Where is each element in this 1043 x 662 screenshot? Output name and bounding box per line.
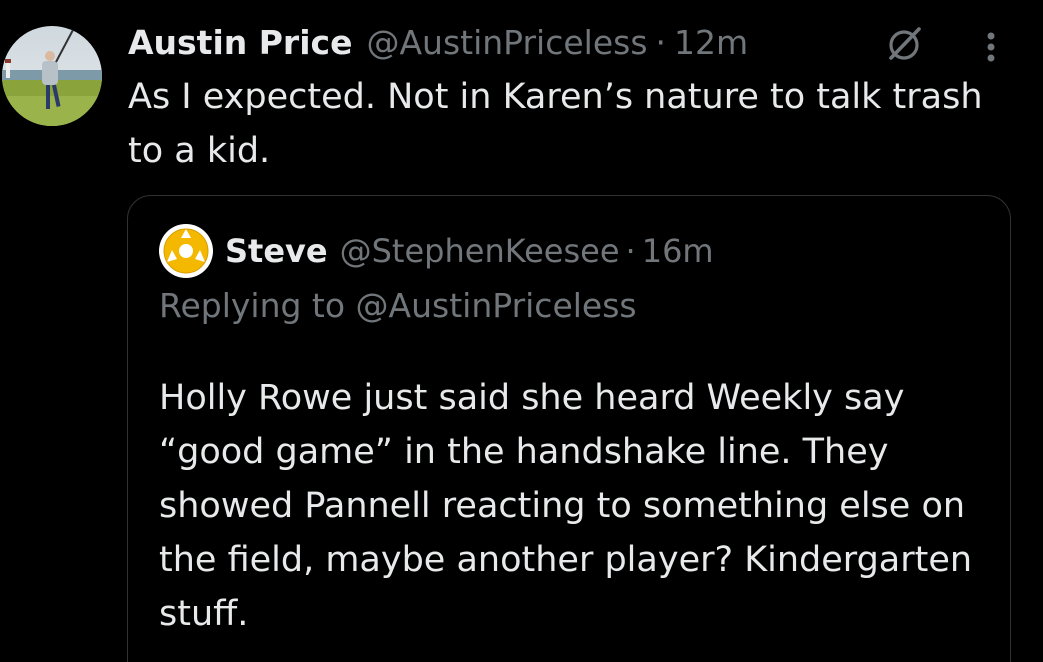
more-options-icon[interactable] xyxy=(976,26,1006,66)
quoted-tweet-timestamp[interactable]: 16m xyxy=(642,232,714,270)
author-handle[interactable]: @AustinPriceless xyxy=(366,23,647,62)
quoted-header-separator: · xyxy=(625,232,636,270)
header-separator: · xyxy=(655,22,667,62)
quoted-tweet[interactable]: Steve @StephenKeesee · 16m Replying to @… xyxy=(127,195,1011,662)
tweet[interactable]: Austin Price @AustinPriceless · 12m As I… xyxy=(0,0,1043,662)
quoted-tweet-header: Steve @StephenKeesee · 16m xyxy=(159,224,714,278)
grok-icon[interactable] xyxy=(884,24,924,64)
quoted-author-handle[interactable]: @StephenKeesee xyxy=(340,232,620,270)
tweet-header: Austin Price @AustinPriceless · 12m xyxy=(128,18,748,66)
replying-to: Replying to @AustinPriceless xyxy=(159,286,637,325)
author-name[interactable]: Austin Price xyxy=(128,23,352,62)
author-avatar[interactable] xyxy=(2,26,102,126)
quoted-author-avatar[interactable] xyxy=(159,224,213,278)
replying-to-label: Replying to xyxy=(159,286,356,325)
quoted-tweet-text: Holly Rowe just said she heard Weekly sa… xyxy=(159,378,973,634)
quoted-author-name[interactable]: Steve xyxy=(225,232,328,270)
tweet-text: As I expected. Not in Karen’s nature to … xyxy=(128,77,983,171)
replying-to-handle[interactable]: @AustinPriceless xyxy=(356,286,637,325)
tweet-timestamp[interactable]: 12m xyxy=(674,23,748,62)
